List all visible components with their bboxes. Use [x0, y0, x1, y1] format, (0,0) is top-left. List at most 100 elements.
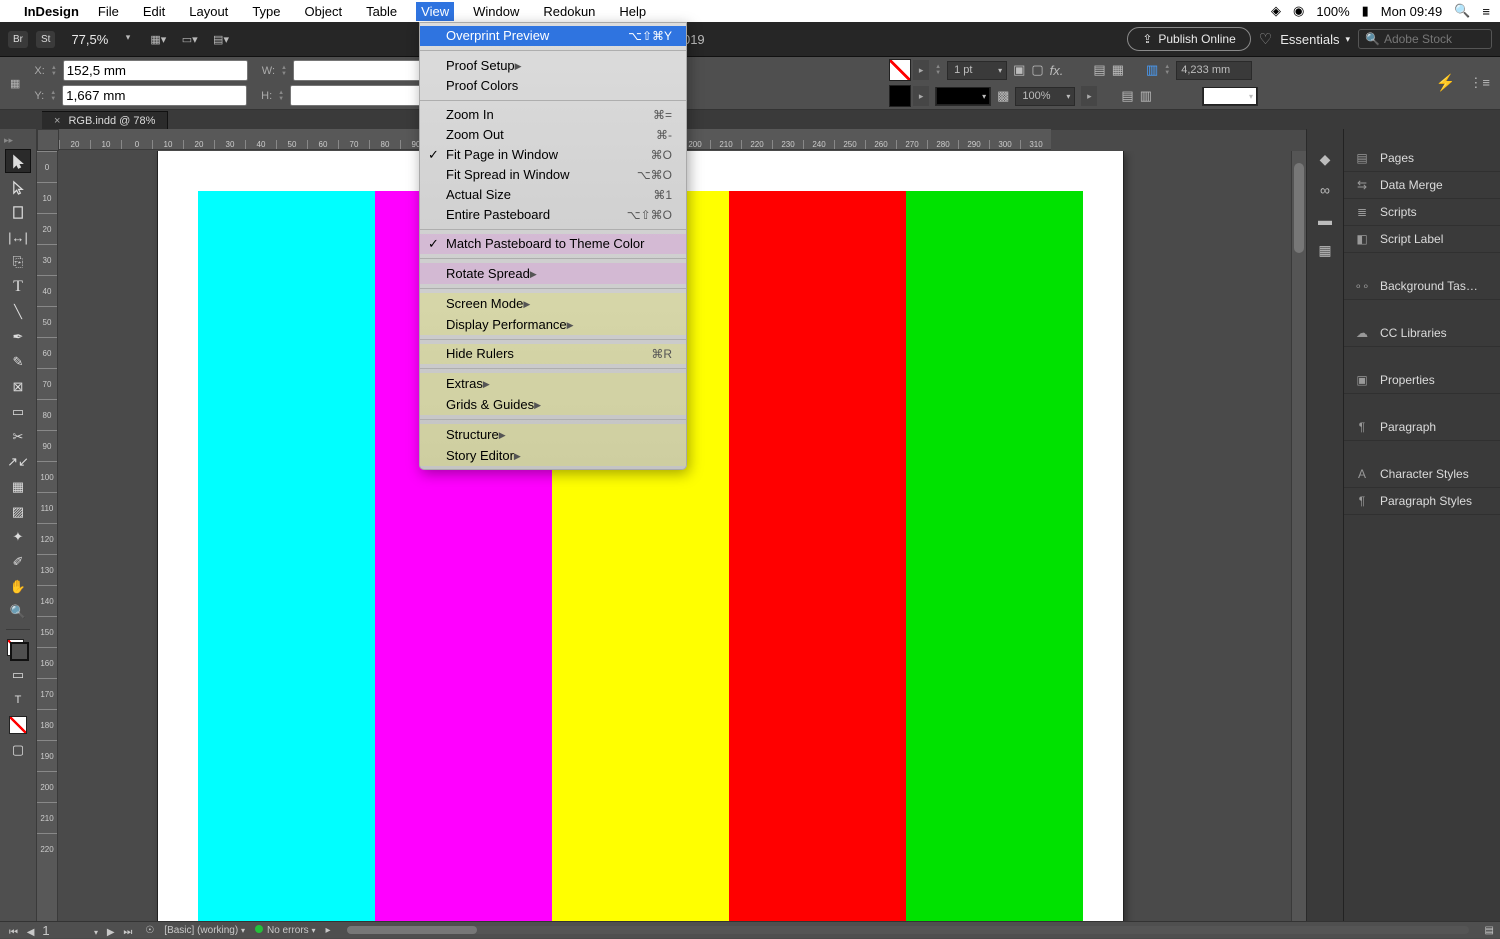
- menu-item-actual-size[interactable]: Actual Size⌘1: [420, 185, 686, 205]
- y-field[interactable]: [62, 85, 247, 106]
- first-page-icon[interactable]: ⏮: [9, 927, 18, 938]
- adobe-stock-search[interactable]: 🔍 Adobe Stock: [1358, 29, 1492, 49]
- menu-item-proof-colors[interactable]: Proof Colors: [420, 76, 686, 96]
- next-page-icon[interactable]: ▶: [107, 927, 115, 938]
- menu-item-fit-page-in-window[interactable]: ✓Fit Page in Window⌘O: [420, 145, 686, 165]
- menu-item-entire-pasteboard[interactable]: Entire Pasteboard⌥⇧⌘O: [420, 205, 686, 225]
- wifi-icon[interactable]: ◈: [1271, 3, 1281, 19]
- menu-item-display-performance[interactable]: Display Performance: [420, 314, 686, 335]
- control-center-icon[interactable]: ≡: [1482, 4, 1490, 19]
- menu-file[interactable]: File: [93, 2, 124, 21]
- menu-view[interactable]: View: [416, 2, 454, 21]
- menu-item-proof-setup[interactable]: Proof Setup: [420, 55, 686, 76]
- formatting-text-icon[interactable]: T: [6, 689, 30, 711]
- textwrap1-icon[interactable]: ▤: [1093, 62, 1105, 78]
- menu-redokun[interactable]: Redokun: [538, 2, 600, 21]
- panel-menu-icon[interactable]: ⋮≡: [1469, 75, 1490, 91]
- cell-style-field[interactable]: [1202, 87, 1258, 106]
- panel-background-tas-[interactable]: ∘∘Background Tas…: [1344, 273, 1500, 300]
- pencil-tool[interactable]: ✎: [6, 351, 30, 373]
- free-transform-tool[interactable]: ↗↙: [6, 451, 30, 473]
- menu-table[interactable]: Table: [361, 2, 402, 21]
- last-page-icon[interactable]: ⏭: [123, 927, 132, 938]
- selection-tool[interactable]: [5, 149, 31, 173]
- menu-item-story-editor[interactable]: Story Editor: [420, 445, 686, 466]
- fill-dropdown[interactable]: ▸: [913, 60, 929, 80]
- menu-window[interactable]: Window: [468, 2, 524, 21]
- menu-item-zoom-out[interactable]: Zoom Out⌘-: [420, 125, 686, 145]
- stroke-swatch[interactable]: [889, 85, 911, 107]
- panel-paragraph[interactable]: ¶Paragraph: [1344, 414, 1500, 441]
- stroke-style-field[interactable]: [935, 87, 991, 106]
- page-number-field[interactable]: [40, 922, 88, 939]
- textwrap2-icon[interactable]: ▦: [1112, 62, 1124, 78]
- note-tool[interactable]: ✦: [6, 526, 30, 548]
- columns-icon[interactable]: ▥: [1146, 62, 1158, 78]
- hand-tool[interactable]: ✋: [6, 576, 30, 598]
- align-right-icon[interactable]: ▥: [1140, 88, 1152, 104]
- menu-item-overprint-preview[interactable]: Overprint Preview⌥⇧⌘Y: [420, 26, 686, 46]
- stroke-panel-icon[interactable]: ▬: [1318, 212, 1332, 228]
- workspace-switcher[interactable]: Essentials▾: [1280, 32, 1350, 47]
- fill-stroke-toggle[interactable]: [7, 639, 29, 661]
- menu-edit[interactable]: Edit: [138, 2, 170, 21]
- cc-cloud-icon[interactable]: ◉: [1293, 3, 1304, 19]
- gradient-feather-tool[interactable]: ▨: [6, 501, 30, 523]
- opacity-icon[interactable]: ▩: [997, 88, 1009, 104]
- panel-cc-libraries[interactable]: ☁CC Libraries: [1344, 320, 1500, 347]
- horizontal-scrollbar[interactable]: [347, 926, 1469, 934]
- rectangle-tool[interactable]: ▭: [6, 401, 30, 423]
- opacity-field[interactable]: 100%: [1015, 87, 1075, 106]
- open-icon[interactable]: ☉: [145, 925, 154, 936]
- pen-tool[interactable]: ✒: [6, 326, 30, 348]
- direct-selection-tool[interactable]: [6, 176, 30, 198]
- opacity-step[interactable]: ▸: [1081, 86, 1097, 106]
- stroke-dropdown[interactable]: ▸: [913, 86, 929, 106]
- x-field[interactable]: [63, 60, 248, 81]
- screen-mode-toggle[interactable]: ▢: [6, 739, 30, 761]
- type-tool[interactable]: T: [6, 276, 30, 298]
- gradient-swatch-tool[interactable]: ▦: [6, 476, 30, 498]
- page-tool[interactable]: [6, 201, 30, 223]
- panel-data-merge[interactable]: ⇆Data Merge: [1344, 172, 1500, 199]
- swatches-icon[interactable]: ▦: [1318, 242, 1331, 259]
- menu-type[interactable]: Type: [247, 2, 285, 21]
- eyedropper-tool[interactable]: ✐: [6, 551, 30, 573]
- effects-icon[interactable]: fx.: [1050, 63, 1064, 78]
- stroke-align1-icon[interactable]: ▣: [1013, 62, 1025, 78]
- quick-apply-icon[interactable]: ⚡: [1435, 73, 1455, 93]
- prev-page-icon[interactable]: ◀: [27, 927, 35, 938]
- panel-properties[interactable]: ▣Properties: [1344, 367, 1500, 394]
- gpu-icon[interactable]: ♡: [1259, 30, 1272, 48]
- rectangle-frame-tool[interactable]: ⊠: [6, 376, 30, 398]
- vertical-ruler[interactable]: 0102030405060708090100110120130140150160…: [37, 151, 58, 922]
- align-left-icon[interactable]: ▤: [1121, 88, 1133, 104]
- publish-online-button[interactable]: ⇪ Publish Online: [1127, 27, 1250, 51]
- page-navigator[interactable]: ⏮ ◀ ▾ ▶ ⏭: [6, 922, 135, 939]
- menu-item-rotate-spread[interactable]: Rotate Spread: [420, 263, 686, 284]
- close-tab-icon[interactable]: ×: [54, 115, 60, 127]
- apply-color-icon[interactable]: [6, 714, 30, 736]
- spotlight-icon[interactable]: 🔍: [1454, 3, 1470, 19]
- menu-item-fit-spread-in-window[interactable]: Fit Spread in Window⌥⌘O: [420, 165, 686, 185]
- panel-character-styles[interactable]: ACharacter Styles: [1344, 461, 1500, 488]
- menu-item-grids-guides[interactable]: Grids & Guides: [420, 394, 686, 415]
- fill-swatch[interactable]: [889, 59, 911, 81]
- menu-item-zoom-in[interactable]: Zoom In⌘=: [420, 105, 686, 125]
- column-gap-field[interactable]: [1176, 61, 1252, 80]
- doc-tab[interactable]: ×RGB.indd @ 78%: [42, 111, 168, 130]
- links-icon[interactable]: ∞: [1320, 182, 1330, 198]
- layers-icon[interactable]: ◆: [1320, 151, 1331, 168]
- content-collector-tool[interactable]: ⎘: [6, 251, 30, 273]
- reference-point-icon[interactable]: ▦: [10, 77, 20, 90]
- menu-item-hide-rulers[interactable]: Hide Rulers⌘R: [420, 344, 686, 364]
- screen-mode-icon[interactable]: ▭▾: [180, 33, 200, 46]
- stroke-weight-field[interactable]: 1 pt: [947, 61, 1007, 80]
- structure-toggle-icon[interactable]: ▤: [1485, 925, 1494, 936]
- line-tool[interactable]: ╲: [6, 301, 30, 323]
- panel-script-label[interactable]: ◧Script Label: [1344, 226, 1500, 253]
- menu-item-match-pasteboard-to-theme-color[interactable]: ✓Match Pasteboard to Theme Color: [420, 234, 686, 254]
- app-name[interactable]: InDesign: [24, 4, 79, 19]
- menu-item-structure[interactable]: Structure: [420, 424, 686, 445]
- preflight-status[interactable]: No errors ▾: [255, 925, 315, 936]
